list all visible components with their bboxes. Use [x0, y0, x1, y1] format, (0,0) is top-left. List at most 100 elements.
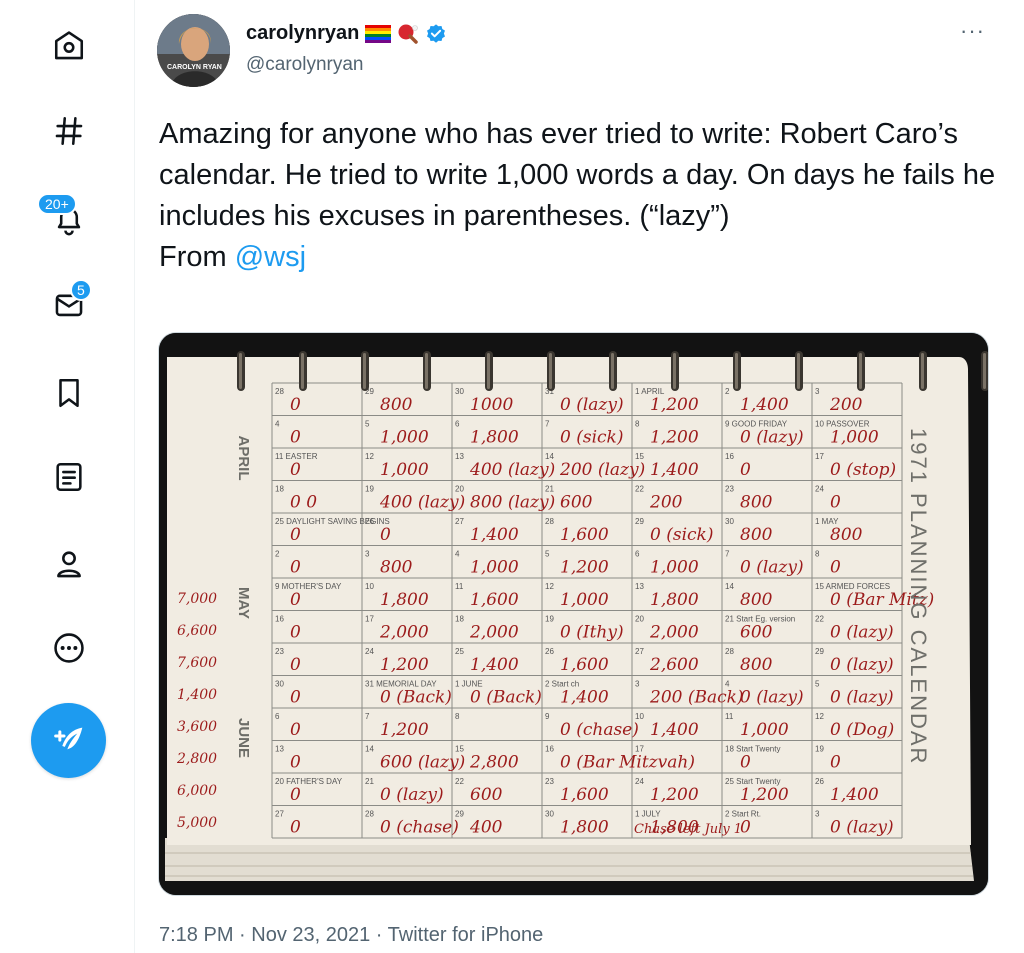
- nav-more[interactable]: [44, 623, 94, 673]
- word-count-entry: 1,800: [380, 590, 429, 610]
- tweet-more-button[interactable]: ···: [960, 18, 985, 44]
- word-count-entry: 0: [290, 753, 301, 773]
- calendar-date-label: 12: [365, 452, 374, 461]
- tweet-date[interactable]: Nov 23, 2021: [251, 924, 370, 946]
- word-count-entry: 1000: [470, 395, 513, 415]
- calendar-date-label: 14: [545, 452, 554, 461]
- calendar-date-label: 22: [815, 615, 824, 624]
- calendar-date-label: 8: [815, 550, 820, 559]
- calendar-date-label: 6: [455, 420, 460, 429]
- calendar-date-label: 14: [725, 582, 734, 591]
- word-count-entry: 0: [830, 558, 841, 578]
- calendar-date-label: 25: [455, 647, 464, 656]
- word-count-entry: 0: [290, 428, 301, 448]
- calendar-date-label: 3: [815, 810, 820, 819]
- calendar-date-label: 3: [365, 550, 370, 559]
- sidebar-nav: 20+ 5: [0, 0, 135, 953]
- word-count-entry: 0: [290, 720, 301, 740]
- author-handle[interactable]: @carolynryan: [246, 54, 364, 76]
- word-count-entry: 600: [560, 493, 593, 513]
- messages-badge: 5: [70, 279, 92, 301]
- author-avatar[interactable]: CAROLYN RYAN: [157, 14, 230, 87]
- margin-total: 6,000: [177, 783, 217, 799]
- mention-link[interactable]: @wsj: [235, 241, 306, 273]
- tweet-time[interactable]: 7:18 PM: [159, 924, 233, 946]
- calendar-date-label: 16: [545, 745, 554, 754]
- word-count-entry: 200 (lazy): [559, 460, 645, 480]
- word-count-entry: 1,800: [650, 590, 699, 610]
- calendar-date-label: 21: [365, 777, 374, 786]
- author-display-name[interactable]: carolynryan: [246, 22, 359, 45]
- word-count-entry: 1,400: [470, 655, 519, 675]
- calendar-date-label: 4: [725, 680, 730, 689]
- tweet-photo[interactable]: 28 0 29 800 30 1000 31 0 (lazy) 1 APRIL 1,200 2 1,4…: [158, 332, 989, 896]
- tweet-source[interactable]: Twitter for iPhone: [388, 924, 544, 946]
- month-label: JUNE: [235, 718, 252, 758]
- calendar-date-label: 5: [545, 550, 550, 559]
- calendar-title: 1971 PLANNING CALENDAR: [906, 428, 931, 765]
- margin-total: 3,600: [177, 719, 217, 735]
- calendar-date-label: 18: [455, 615, 464, 624]
- word-count-entry: 0: [290, 460, 301, 480]
- calendar-date-label: 22: [635, 485, 644, 494]
- word-count-entry: 0 (lazy): [830, 688, 894, 708]
- author-name-row: carolynryan: [246, 22, 447, 45]
- calendar-date-label: 29: [815, 647, 824, 656]
- calendar-date-label: 26: [365, 517, 374, 526]
- word-count-entry: 0 (Back): [470, 688, 542, 708]
- word-count-entry: 1,200: [740, 785, 789, 805]
- calendar-date-label: 26: [815, 777, 824, 786]
- word-count-entry: 200 (Back): [649, 688, 744, 708]
- margin-total: 5,000: [177, 815, 217, 831]
- word-count-entry: 1,000: [740, 720, 789, 740]
- word-count-entry: 0: [290, 395, 301, 415]
- calendar-date-label: 19: [545, 615, 554, 624]
- word-count-entry: 1,400: [830, 785, 879, 805]
- word-count-entry: 0 (sick): [650, 525, 713, 545]
- calendar-date-label: 14: [365, 745, 374, 754]
- word-count-entry: 2,000: [469, 623, 519, 643]
- word-count-entry: 0 (sick): [560, 428, 623, 448]
- word-count-entry: 1,000: [470, 558, 519, 578]
- calendar-date-label: 24: [365, 647, 374, 656]
- compose-tweet-button[interactable]: [31, 703, 106, 778]
- calendar-date-label: 20 FATHER'S DAY: [275, 777, 343, 786]
- calendar-date-label: 24: [815, 485, 824, 494]
- word-count-entry: 1,600: [560, 525, 609, 545]
- calendar-date-label: 5: [815, 680, 820, 689]
- nav-explore[interactable]: [44, 106, 94, 156]
- calendar-date-label: 7: [725, 550, 730, 559]
- calendar-date-label: 16: [725, 452, 734, 461]
- margin-total: 7,600: [177, 655, 217, 671]
- calendar-date-label: 21: [545, 485, 554, 494]
- word-count-entry: 800: [380, 558, 413, 578]
- calendar-date-label: 17: [365, 615, 374, 624]
- nav-bookmarks[interactable]: [44, 368, 94, 418]
- word-count-entry: 0: [740, 460, 751, 480]
- word-count-entry: 1,600: [560, 655, 609, 675]
- calendar-date-label: 10: [635, 712, 644, 721]
- rainbow-flag-icon: [365, 24, 392, 43]
- calendar-date-label: 27: [635, 647, 644, 656]
- calendar-date-label: 30: [545, 810, 554, 819]
- calendar-date-label: 10: [365, 582, 374, 591]
- word-count-entry: 800: [830, 525, 863, 545]
- word-count-entry: 800: [380, 395, 413, 415]
- word-count-entry: 0 (lazy): [830, 655, 894, 675]
- word-count-entry: 0 (chase): [380, 818, 459, 838]
- ping-pong-icon: [398, 24, 419, 44]
- word-count-entry: 0 (lazy): [740, 558, 804, 578]
- word-count-entry: 800: [740, 493, 773, 513]
- calendar-date-label: 4: [275, 420, 280, 429]
- calendar-date-label: 23: [275, 647, 284, 656]
- word-count-entry: 0: [290, 688, 301, 708]
- word-count-entry: 0 (chase): [560, 720, 639, 740]
- nav-lists[interactable]: [44, 452, 94, 502]
- word-count-entry: 0 (lazy): [830, 818, 894, 838]
- calendar-date-label: 6: [635, 550, 640, 559]
- word-count-entry: 200: [649, 493, 683, 513]
- word-count-entry: 1,200: [650, 395, 699, 415]
- nav-home[interactable]: [44, 21, 94, 71]
- calendar-date-label: 29: [635, 517, 644, 526]
- nav-profile[interactable]: [44, 539, 94, 589]
